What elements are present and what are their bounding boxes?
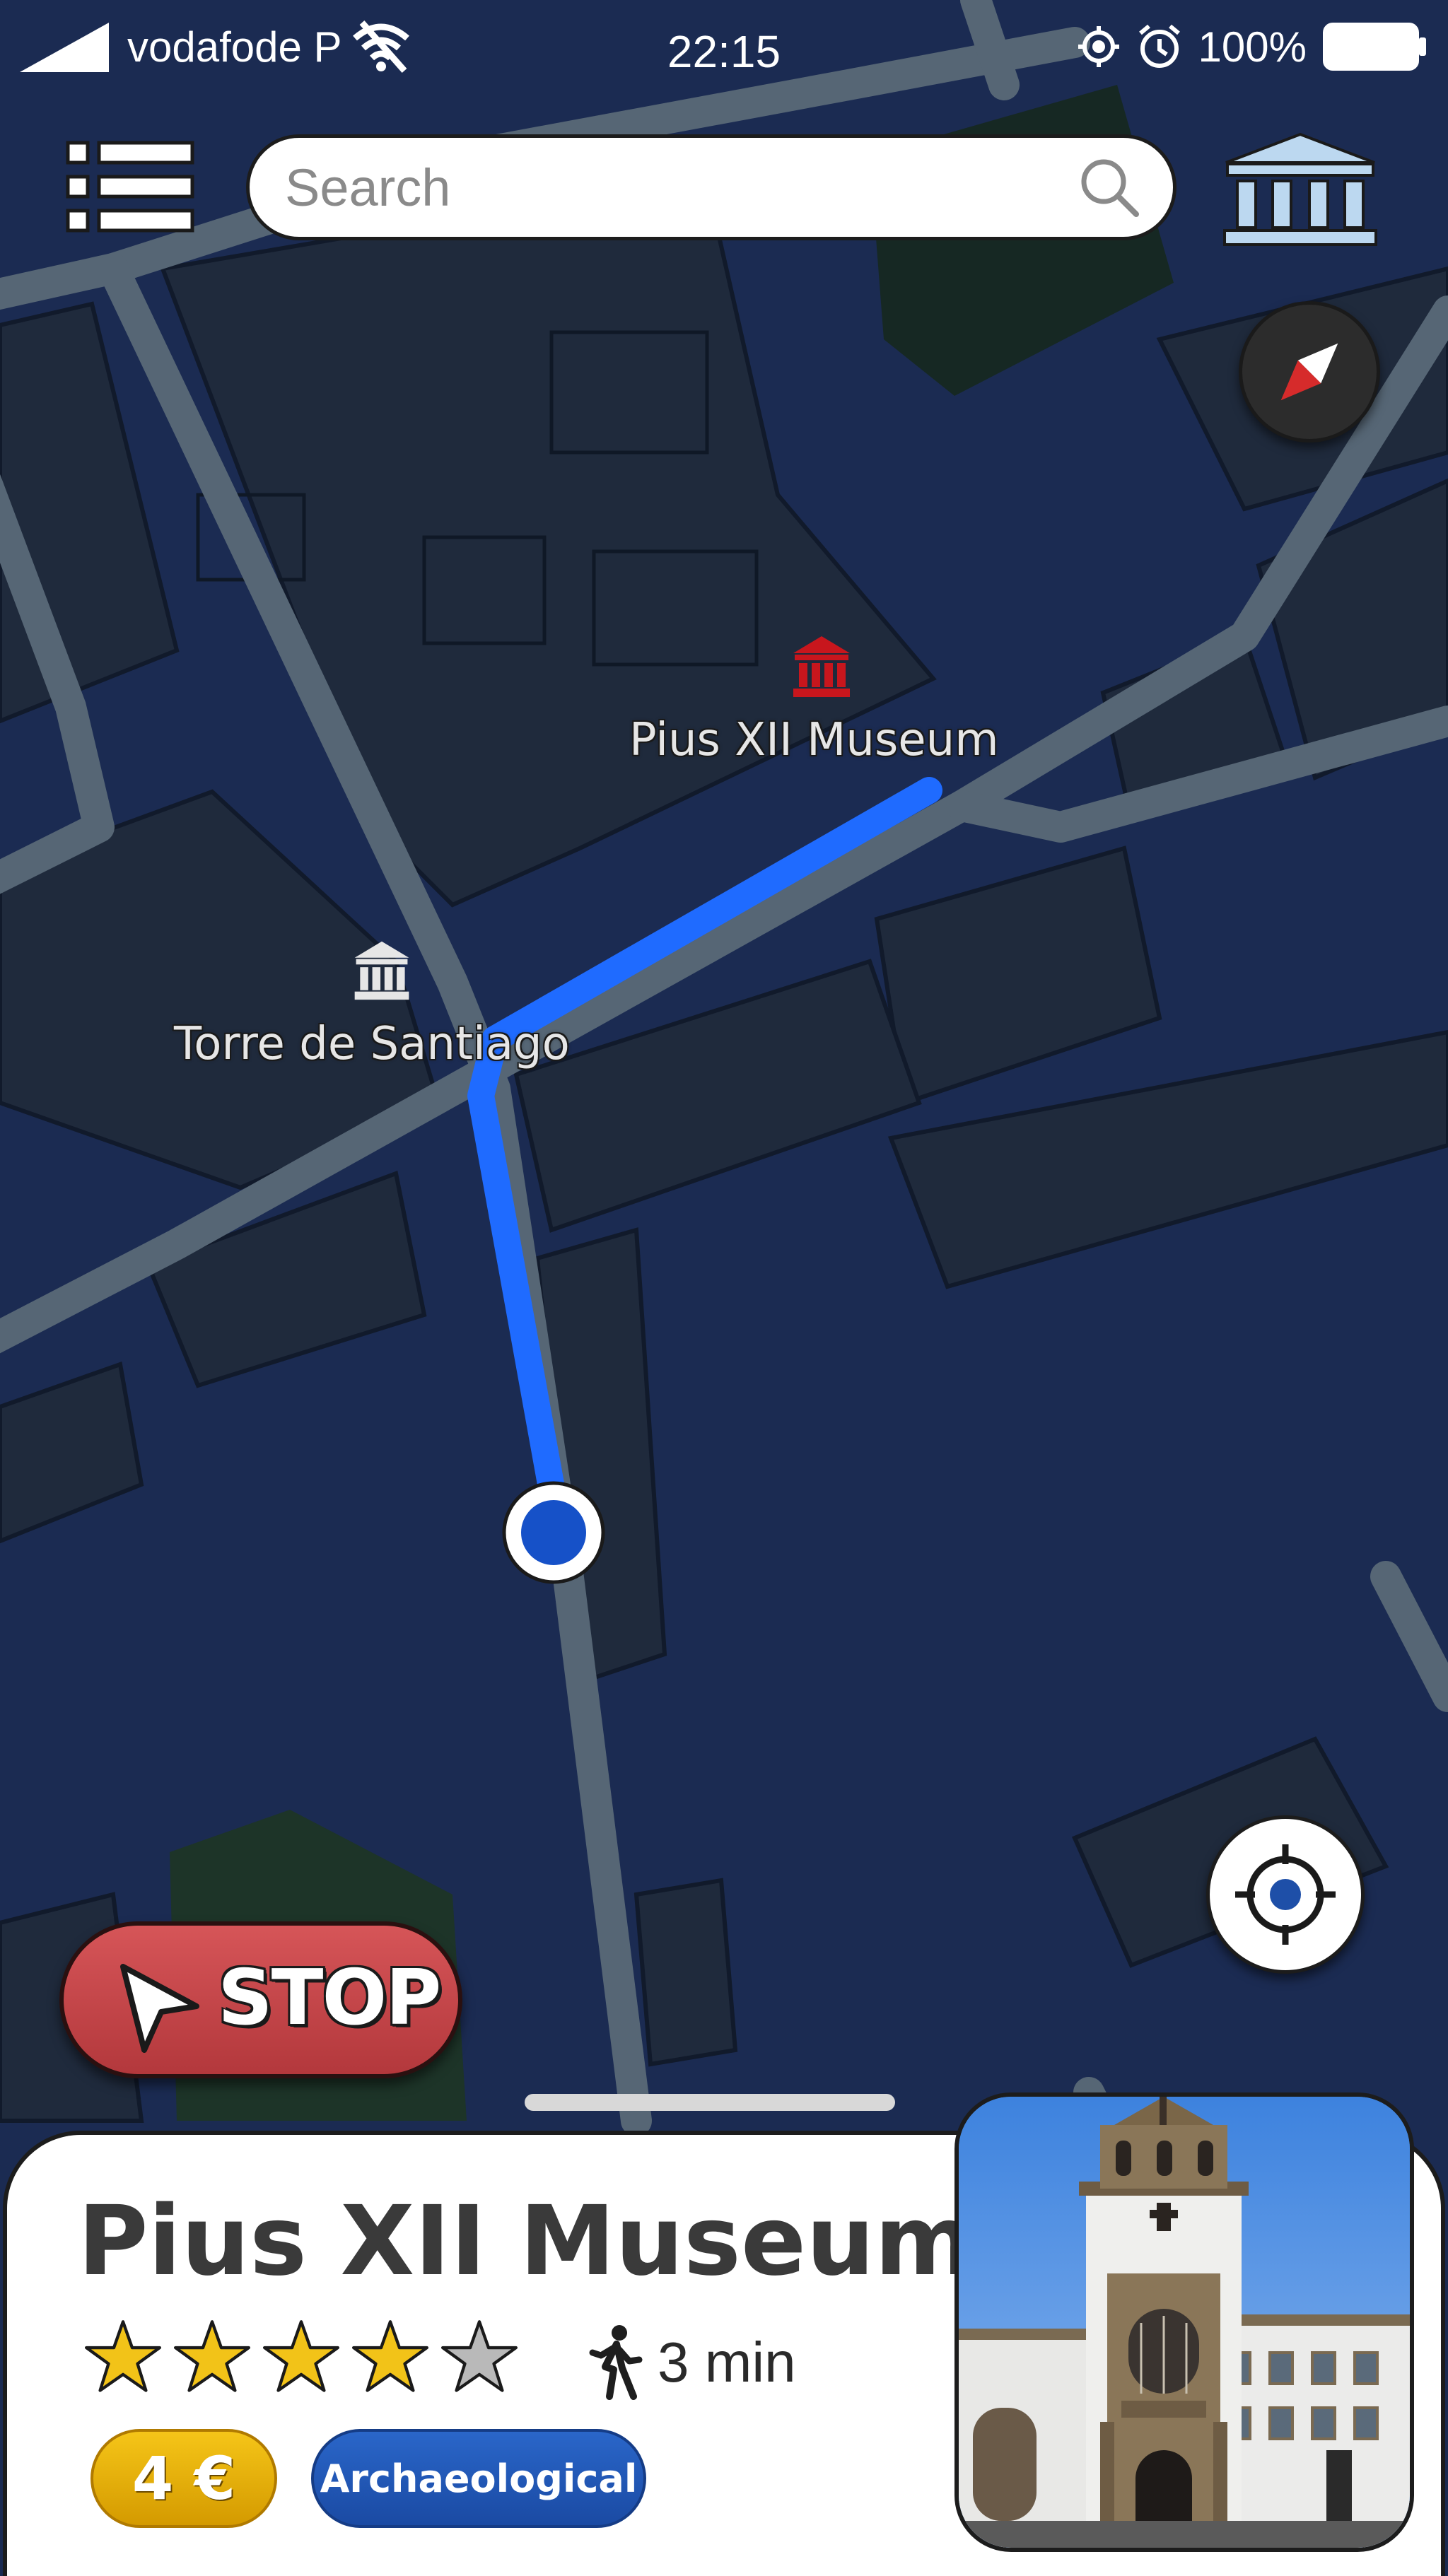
- walk-time-label: 3 min: [658, 2331, 796, 2394]
- rating-stars: [85, 2319, 518, 2395]
- star-filled-icon: [174, 2320, 250, 2392]
- navigation-arrow-icon: [120, 1964, 199, 2053]
- star-filled-icon: [85, 2320, 161, 2392]
- crosshair-icon[interactable]: [1206, 1815, 1365, 1974]
- battery-icon: [1323, 23, 1426, 71]
- star-filled-icon: [263, 2320, 339, 2392]
- stop-label: STOP: [218, 1954, 441, 2042]
- category-label: Archaeological: [320, 2456, 638, 2501]
- museum-icon[interactable]: [1219, 130, 1382, 250]
- price-label: 4 €: [132, 2444, 236, 2513]
- poi-label-torre-santiago[interactable]: Torre de Santiago: [174, 1018, 570, 1070]
- status-bar: vodafode P 22:15 100%: [0, 0, 1448, 106]
- list-icon[interactable]: [64, 134, 198, 240]
- user-location-icon: [502, 1481, 605, 1584]
- home-indicator[interactable]: [525, 2094, 895, 2111]
- poi-label-pius-museum[interactable]: Pius XII Museum: [629, 714, 999, 766]
- location-icon: [1078, 26, 1119, 67]
- museum-icon[interactable]: [788, 632, 856, 700]
- star-filled-icon: [352, 2320, 428, 2392]
- search-input[interactable]: [285, 138, 1049, 237]
- category-badge[interactable]: Archaeological: [311, 2429, 646, 2528]
- museum-photo[interactable]: [954, 2092, 1414, 2552]
- walk-time: 3 min: [584, 2320, 796, 2405]
- alarm-icon: [1138, 24, 1180, 68]
- museum-icon[interactable]: [349, 937, 414, 1002]
- price-badge: 4 €: [90, 2429, 277, 2528]
- stop-navigation-button[interactable]: STOP: [59, 1921, 462, 2078]
- battery-percent: 100%: [1198, 23, 1307, 71]
- walking-icon: [589, 2325, 643, 2400]
- search-icon[interactable]: [1077, 155, 1142, 220]
- star-empty-icon: [441, 2320, 518, 2392]
- compass-icon[interactable]: [1239, 301, 1380, 443]
- place-title: Pius XII Museum: [78, 2186, 975, 2297]
- search-bar[interactable]: [246, 134, 1176, 240]
